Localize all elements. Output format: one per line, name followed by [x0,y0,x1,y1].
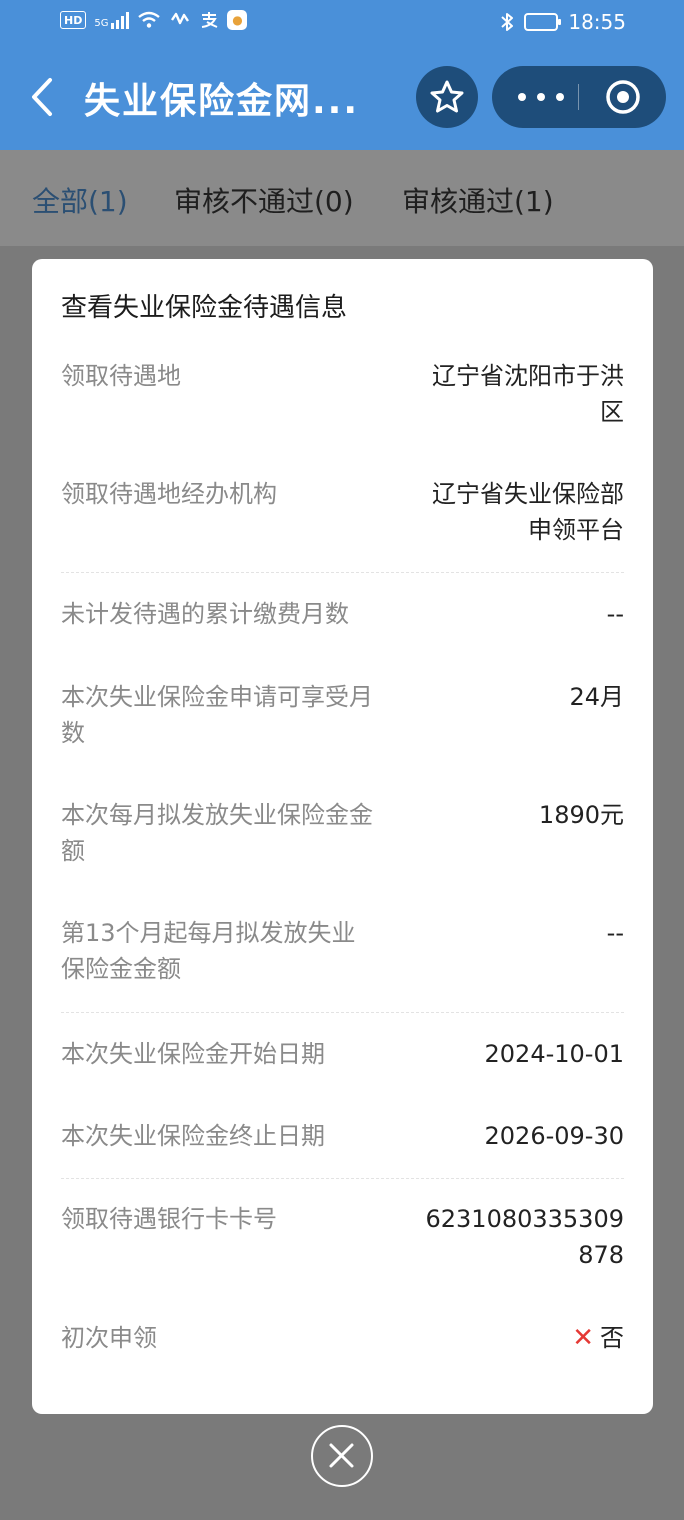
row-value: -- [606,600,624,628]
tab-all[interactable]: 全部(1) [32,180,128,220]
favorite-button[interactable] [416,66,478,128]
bluetooth-icon [501,13,514,31]
battery-icon [524,13,562,31]
status-left-icons: HD 5G ● [60,10,248,30]
hd-icon: HD [60,11,87,29]
cross-icon: ✕ [572,1323,594,1353]
row-label: 领取待遇地经办机构 [61,480,277,508]
status-time: 18:55 [568,10,626,34]
more-icon[interactable] [518,82,564,112]
page-title: 失业保险金网... [84,81,360,122]
row-value: 辽宁省沈阳市于洪区 [432,362,624,426]
nav-bar: 失业保险金网... [0,56,684,138]
row-label: 第13个月起每月拟发放失业保险金金额 [61,919,356,983]
divider [61,572,624,573]
filter-tabs: 全部(1) 审核不通过(0) 审核通过(1) [0,150,684,246]
row-value: -- [606,919,624,947]
row-label: 本次失业保险金申请可享受月数 [61,683,373,747]
benefit-info-dialog: 查看失业保险金待遇信息 领取待遇地 辽宁省沈阳市于洪区 领取待遇地经办机构 辽宁… [32,259,653,1414]
row-label: 领取待遇银行卡卡号 [61,1205,277,1233]
row-value: 辽宁省失业保险部申领平台 [432,480,624,544]
status-right-icons: 18:55 [500,10,626,34]
row-value: 6231080335309878 [425,1205,624,1269]
row-label: 初次申领 [61,1324,157,1352]
target-icon[interactable] [604,78,642,116]
divider [61,1012,624,1013]
row-label: 未计发待遇的累计缴费月数 [61,600,349,628]
row-label: 本次失业保险金开始日期 [61,1040,325,1068]
row-value: 1890元 [538,801,624,829]
alipay-icon [202,12,218,28]
close-icon [329,1443,354,1468]
capsule-divider [578,84,579,110]
row-label: 本次每月拟发放失业保险金金额 [61,801,373,865]
dialog-title: 查看失业保险金待遇信息 [61,293,348,323]
tab-rejected[interactable]: 审核不通过(0) [174,180,354,220]
signal-icon: 5G [94,11,130,29]
row-label: 领取待遇地 [61,362,181,390]
miniapp-capsule [492,66,666,128]
divider [61,1178,624,1179]
tab-approved[interactable]: 审核通过(1) [402,180,554,220]
row-label: 本次失业保险金终止日期 [61,1122,325,1150]
row-value: 2024-10-01 [484,1040,624,1068]
network-label: 5G [94,18,109,29]
row-value: 24月 [569,683,624,711]
app-icon: ● [227,10,248,30]
wifi-icon [138,11,161,28]
vibrate-icon [171,12,190,25]
close-dialog-button[interactable] [311,1425,373,1487]
star-icon [430,80,464,113]
row-value: 否 [600,1324,624,1352]
row-value: 2026-09-30 [484,1122,624,1150]
row-value-container: ✕ 否 [404,1320,624,1356]
top-bar: HD 5G ● 18:55 失业保险金网... [0,0,684,150]
status-bar: HD 5G ● 18:55 [0,0,684,46]
back-icon[interactable] [24,74,60,120]
